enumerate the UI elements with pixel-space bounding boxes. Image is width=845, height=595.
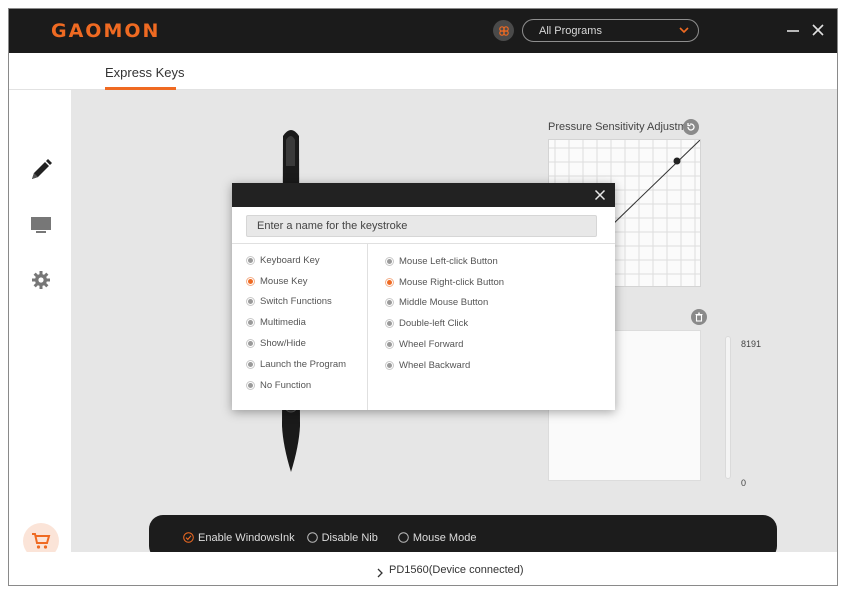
mouse-key-option-list: Mouse Left-click Button Mouse Right-clic… — [385, 251, 605, 376]
gaomon-logo: GAOMON — [51, 20, 161, 42]
dialog-divider — [232, 243, 615, 244]
tab-bar: Express Keys — [9, 53, 837, 90]
sidebar — [9, 90, 71, 559]
keystroke-name-input[interactable] — [246, 215, 597, 237]
mouse-left-click-option[interactable]: Mouse Left-click Button — [385, 251, 605, 272]
category-switch-functions[interactable]: Switch Functions — [246, 292, 366, 313]
pressure-max-label: 8191 — [741, 339, 762, 349]
category-multimedia[interactable]: Multimedia — [246, 312, 366, 333]
disable-nib-option[interactable]: Disable Nib — [306, 531, 378, 544]
middle-mouse-option[interactable]: Middle Mouse Button — [385, 293, 605, 314]
chevron-right-icon[interactable] — [376, 565, 384, 583]
gear-icon[interactable] — [27, 266, 55, 294]
program-select[interactable]: All Programs — [522, 19, 699, 42]
category-mouse-key[interactable]: Mouse Key — [246, 271, 366, 292]
reset-icon[interactable] — [683, 119, 699, 135]
close-button[interactable] — [810, 22, 826, 38]
wheel-forward-option[interactable]: Wheel Forward — [385, 334, 605, 355]
tab-express-keys[interactable]: Express Keys — [105, 65, 184, 80]
trash-icon[interactable] — [691, 309, 707, 325]
status-bar: PD1560(Device connected) — [9, 552, 837, 585]
radio-circle-icon — [306, 532, 318, 543]
monitor-icon[interactable] — [27, 211, 55, 239]
pressure-min-label: 0 — [741, 478, 747, 488]
dialog-column-divider — [367, 244, 368, 410]
app-window: GAOMON All Programs Express Keys Pressur… — [8, 8, 838, 586]
title-bar: GAOMON All Programs — [9, 9, 837, 53]
mouse-mode-option[interactable]: Mouse Mode — [398, 531, 477, 544]
category-launch-program[interactable]: Launch the Program — [246, 354, 366, 375]
chevron-down-icon — [678, 24, 690, 39]
disable-nib-label: Disable Nib — [321, 531, 378, 544]
category-keyboard-key[interactable]: Keyboard Key — [246, 250, 366, 271]
minimize-button[interactable] — [785, 23, 801, 39]
enable-windows-ink-label: Enable WindowsInk — [198, 531, 295, 544]
radio-circle-icon — [398, 532, 409, 543]
wheel-backward-option[interactable]: Wheel Backward — [385, 355, 605, 376]
device-status[interactable]: PD1560(Device connected) — [389, 564, 524, 576]
pressure-sensitivity-title: Pressure Sensitivity Adjustm... — [548, 121, 696, 133]
pen-icon[interactable] — [27, 156, 55, 184]
check-circle-icon — [183, 532, 194, 543]
function-category-list: Keyboard Key Mouse Key Switch Functions … — [246, 250, 366, 396]
enable-windows-ink-option[interactable]: Enable WindowsInk — [183, 532, 295, 544]
program-select-value: All Programs — [539, 24, 602, 37]
dialog-close-button[interactable] — [593, 188, 607, 202]
category-no-function[interactable]: No Function — [246, 375, 366, 396]
category-show-hide[interactable]: Show/Hide — [246, 333, 366, 354]
double-left-click-option[interactable]: Double-left Click — [385, 313, 605, 334]
keystroke-dialog: Keyboard Key Mouse Key Switch Functions … — [232, 183, 615, 410]
mouse-mode-label: Mouse Mode — [412, 531, 477, 544]
profile-icon[interactable] — [493, 20, 514, 41]
pressure-level-bar — [725, 336, 731, 479]
dialog-header — [232, 183, 615, 207]
mouse-right-click-option[interactable]: Mouse Right-click Button — [385, 272, 605, 293]
